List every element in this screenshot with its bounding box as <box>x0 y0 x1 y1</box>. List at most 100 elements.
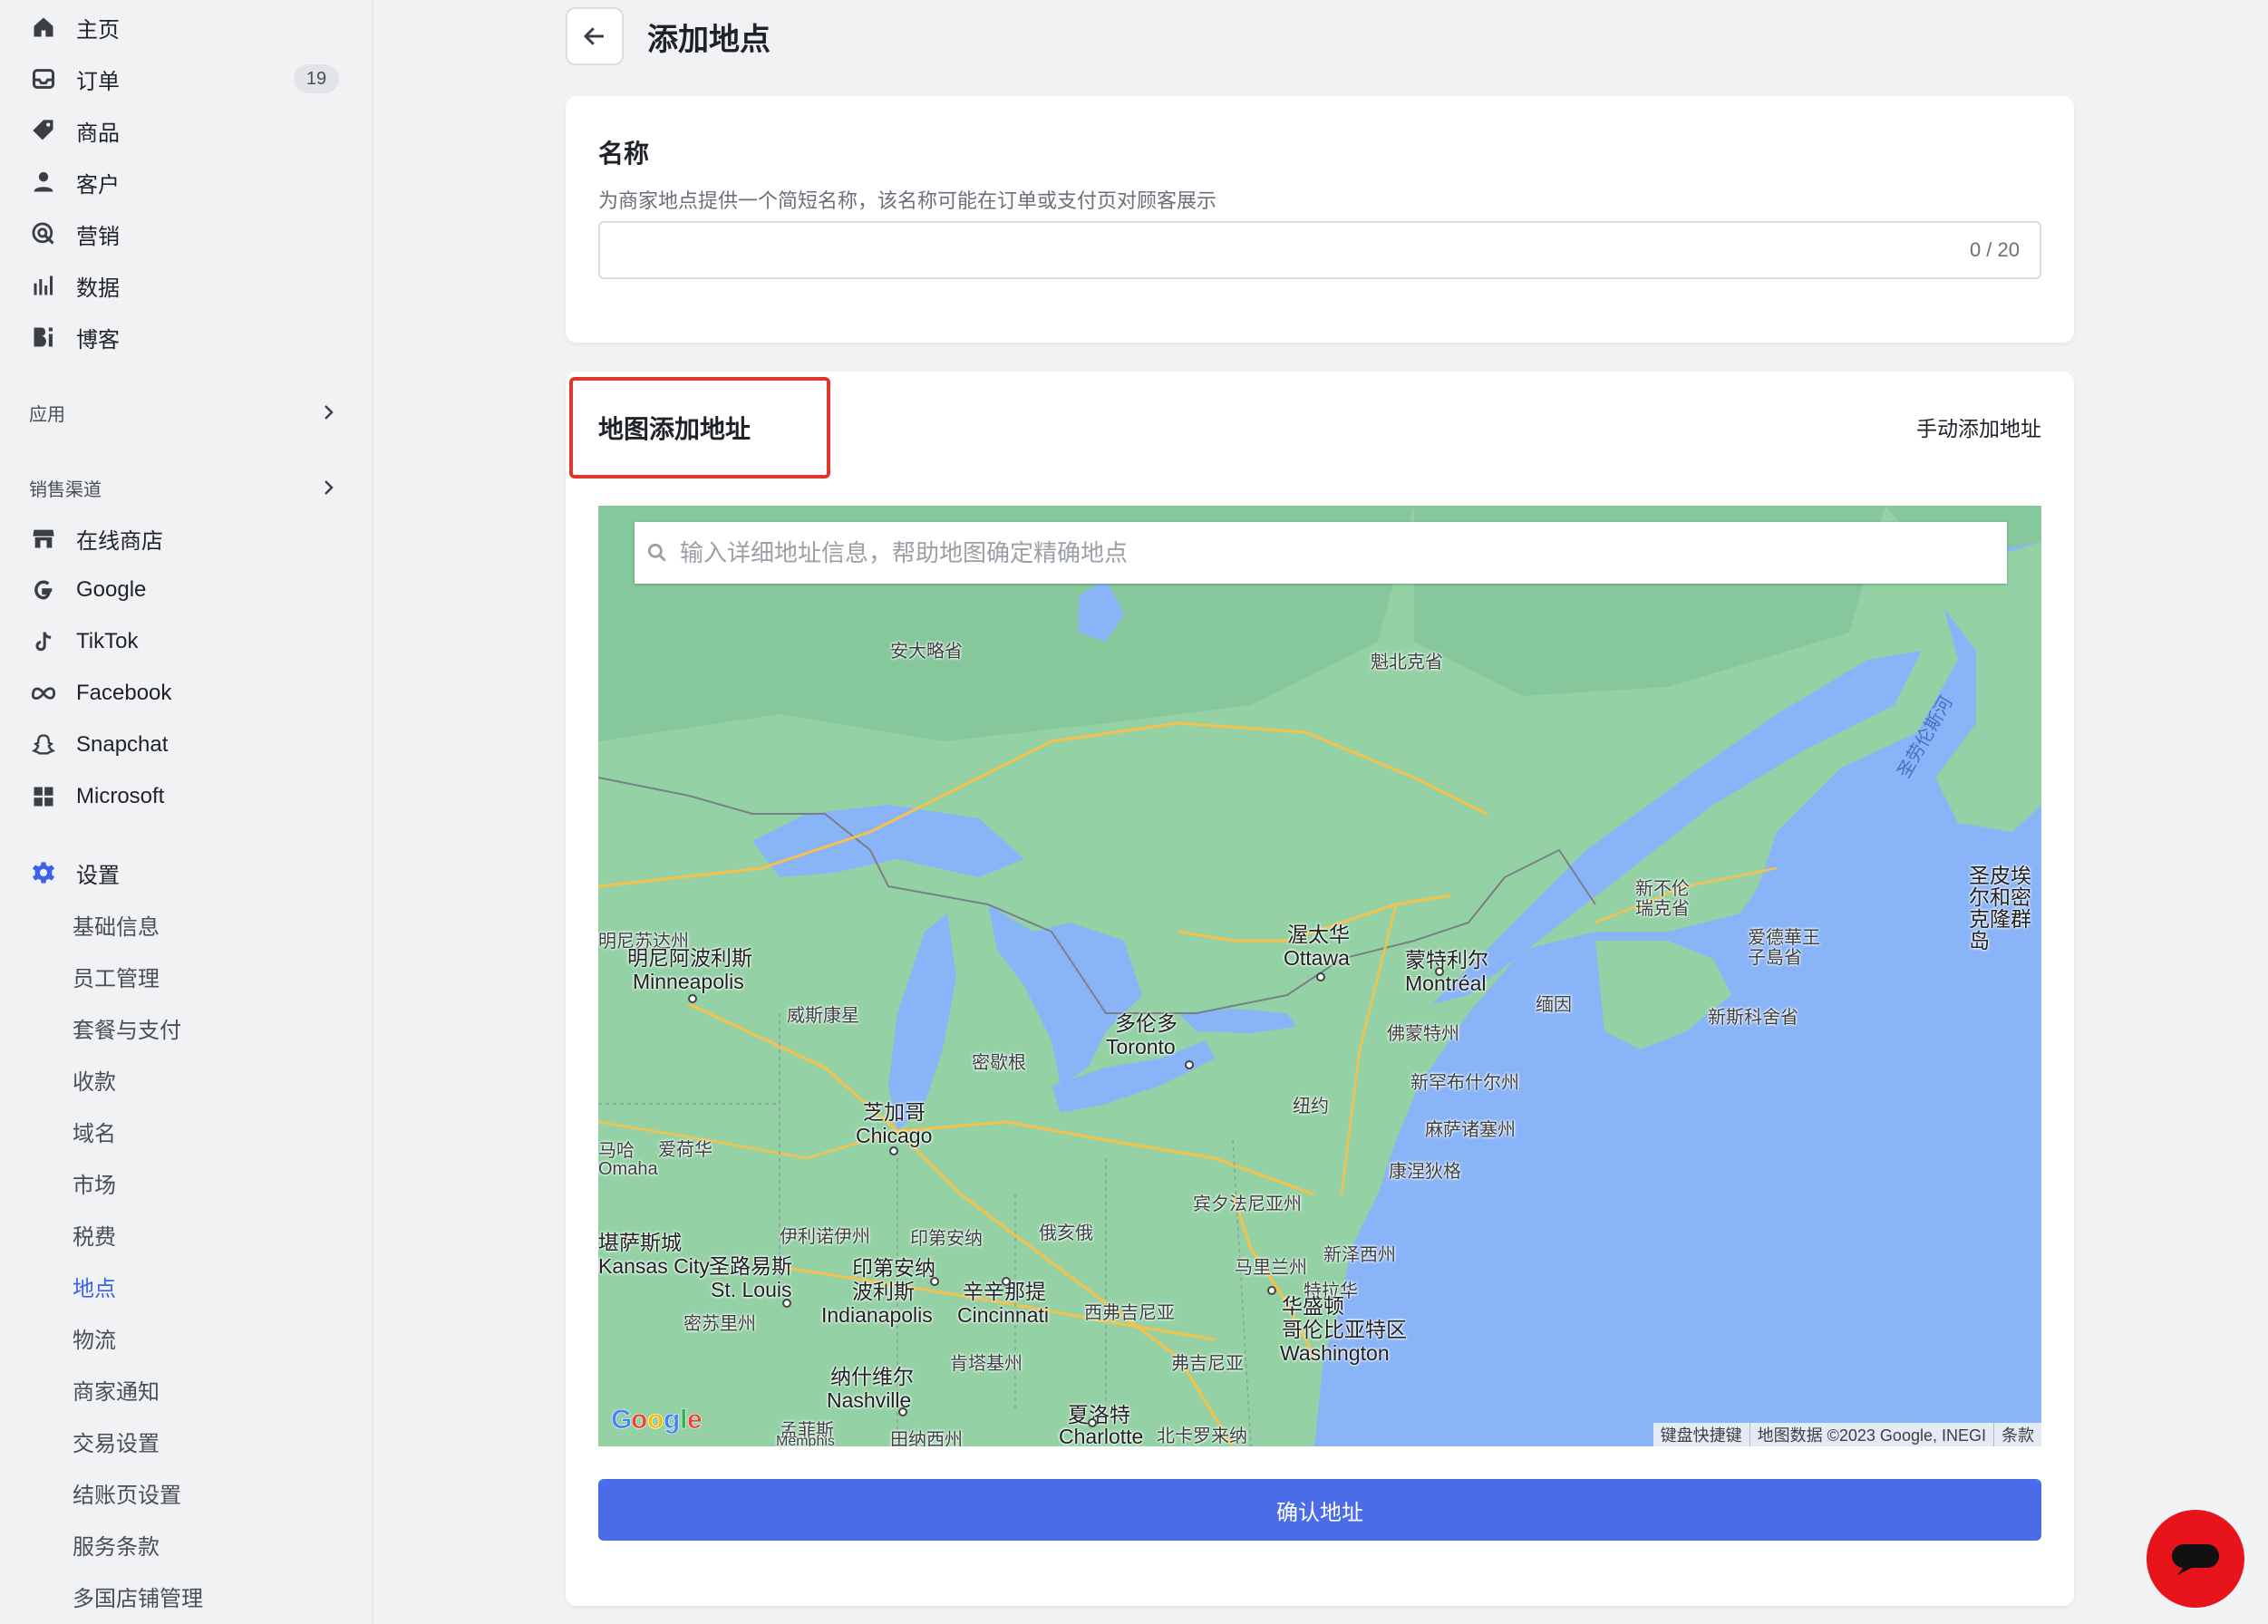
map-label: 芝加哥 <box>863 1100 926 1124</box>
chat-button[interactable] <box>2147 1510 2244 1608</box>
map-label: 印第安纳 <box>910 1229 983 1249</box>
map-label: Charlotte <box>1059 1425 1144 1446</box>
map-label: 纳什维尔 <box>830 1365 914 1388</box>
apps-label: 应用 <box>29 404 65 425</box>
store-icon <box>31 526 56 551</box>
svg-text:e: e <box>687 1405 703 1435</box>
keyboard-shortcuts-link[interactable]: 键盘快捷键 <box>1653 1423 1749 1446</box>
name-card: 名称 为商家地点提供一个简短名称，该名称可能在订单或支付页对顾客展示 0 / 2… <box>566 96 2074 343</box>
map-label: 辛辛那提 <box>963 1280 1046 1303</box>
manual-address-link[interactable]: 手动添加地址 <box>1916 411 2041 442</box>
chevron-right-icon <box>325 405 334 420</box>
map-search-bar[interactable] <box>635 522 2007 584</box>
settings-item-label: 服务条款 <box>73 1534 160 1560</box>
map-label: 缅因 <box>1536 995 1572 1015</box>
map-data-credit: 地图数据 ©2023 Google, INEGI <box>1749 1423 1993 1446</box>
settings-item-label: 市场 <box>73 1173 116 1198</box>
microsoft-icon <box>31 784 56 809</box>
settings-item-terms[interactable]: 服务条款 <box>0 1519 372 1570</box>
nav-label: 商品 <box>76 121 120 146</box>
settings-item-staff[interactable]: 员工管理 <box>0 951 372 1001</box>
map-view[interactable]: 安大略省 魁北克省 圣劳伦斯河 明尼苏达州 明尼阿波利斯 Minneapolis… <box>598 506 2041 1446</box>
channels-label: 销售渠道 <box>29 479 102 500</box>
settings-item-multi-store[interactable]: 多国店铺管理 <box>0 1571 372 1621</box>
confirm-address-button[interactable]: 确认地址 <box>598 1479 2041 1541</box>
person-icon <box>31 169 56 195</box>
map-label: Ottawa <box>1284 946 1350 970</box>
back-button[interactable] <box>566 7 624 65</box>
nav-home[interactable]: 主页 <box>0 2 372 53</box>
settings-item-locations[interactable]: 地点 <box>0 1256 372 1316</box>
map-card: 地图添加地址 手动添加地址 输入详细地址信息，帮助地图确定精确地点 安大略省 魁… <box>566 372 2074 1606</box>
location-name-field[interactable]: 0 / 20 <box>598 221 2041 279</box>
settings-item-label: 结账页设置 <box>73 1483 181 1508</box>
nav-analytics[interactable]: 数据 <box>0 260 372 311</box>
map-label: 新罕布什尔州 <box>1410 1073 1519 1093</box>
name-help-text: 为商家地点提供一个简短名称，该名称可能在订单或支付页对顾客展示 <box>598 189 1217 212</box>
nav-label: 数据 <box>76 276 120 301</box>
channel-google[interactable]: Google <box>0 565 372 615</box>
nav-blog[interactable]: 博客 <box>0 312 372 362</box>
map-label: 圣皮埃尔和密克隆群岛 <box>1969 864 2031 952</box>
map-label: 华盛顿 <box>1282 1294 1344 1318</box>
settings-item-payments[interactable]: 收款 <box>0 1054 372 1105</box>
map-label: 新不伦瑞克省 <box>1635 879 1690 919</box>
map-label: 多伦多 <box>1115 1011 1178 1035</box>
settings-item-label: 交易设置 <box>73 1431 160 1456</box>
orders-count-badge: 19 <box>294 64 339 93</box>
map-label: 夏洛特 <box>1068 1403 1130 1426</box>
channel-online-store[interactable]: 在线商店 <box>0 513 372 564</box>
chevron-right-icon <box>325 480 334 495</box>
map-label: 密歇根 <box>972 1053 1026 1073</box>
channel-facebook[interactable]: Facebook <box>0 668 372 719</box>
settings-item-notifications[interactable]: 商家通知 <box>0 1364 372 1415</box>
map-label: 渥太华 <box>1287 923 1350 946</box>
map-label: 伊利诺伊州 <box>780 1227 870 1247</box>
map-label: 爱荷华 <box>658 1140 712 1160</box>
settings-item-plan-billing[interactable]: 套餐与支付 <box>0 1002 372 1053</box>
settings-item-shipping[interactable]: 物流 <box>0 1312 372 1363</box>
map-label: Nashville <box>827 1388 912 1412</box>
map-label: 马里兰州 <box>1235 1258 1307 1278</box>
nav-customers[interactable]: 客户 <box>0 157 372 208</box>
map-label: 印第安纳 波利斯 <box>852 1256 935 1303</box>
apps-section-header[interactable]: 应用 <box>0 392 372 432</box>
google-logo-icon: G o o g l e <box>611 1405 703 1436</box>
settings-item-checkout-settings[interactable]: 交易设置 <box>0 1416 372 1466</box>
map-label: 魁北克省 <box>1371 652 1443 672</box>
map-label: 俄亥俄 <box>1039 1223 1093 1243</box>
nav-products[interactable]: 商品 <box>0 105 372 156</box>
map-search-input[interactable] <box>678 537 1951 568</box>
map-label: 佛蒙特州 <box>1387 1024 1459 1044</box>
map-label: 麻萨诸塞州 <box>1425 1120 1516 1140</box>
map-label: 威斯康星 <box>787 1006 859 1026</box>
settings-item-checkout-page[interactable]: 结账页设置 <box>0 1467 372 1518</box>
arrow-left-icon <box>583 27 604 45</box>
map-section-title: 地图添加地址 <box>598 415 751 443</box>
settings-item-basic-info[interactable]: 基础信息 <box>0 899 372 950</box>
nav-label: 订单 <box>76 69 120 94</box>
char-counter: 0 / 20 <box>1969 238 2020 261</box>
settings-item-markets[interactable]: 市场 <box>0 1157 372 1208</box>
tag-icon <box>31 118 56 143</box>
nav-label: 客户 <box>76 172 120 198</box>
map-label: 蒙特利尔 <box>1405 948 1488 972</box>
map-label: Kansas City <box>598 1254 710 1278</box>
channel-tiktok[interactable]: TikTok <box>0 616 372 667</box>
bar-chart-icon <box>31 273 56 298</box>
map-label: 哥伦比亚特区 <box>1282 1318 1407 1341</box>
map-label: 堪萨斯城 <box>598 1231 682 1254</box>
nav-orders[interactable]: 订单 19 <box>0 53 372 104</box>
channel-snapchat[interactable]: Snapchat <box>0 720 372 770</box>
terms-link[interactable]: 条款 <box>1993 1423 2041 1446</box>
settings-item-label: 税费 <box>73 1224 116 1250</box>
settings-item-domains[interactable]: 域名 <box>0 1106 372 1156</box>
nav-marketing[interactable]: 营销 <box>0 208 372 259</box>
channel-microsoft[interactable]: Microsoft <box>0 771 372 822</box>
tiktok-icon <box>31 629 56 654</box>
settings-item-taxes[interactable]: 税费 <box>0 1209 372 1260</box>
channels-section-header[interactable]: 销售渠道 <box>0 468 372 508</box>
nav-settings[interactable]: 设置 <box>0 847 372 898</box>
settings-item-label: 收款 <box>73 1069 116 1095</box>
snapchat-icon <box>31 732 56 758</box>
